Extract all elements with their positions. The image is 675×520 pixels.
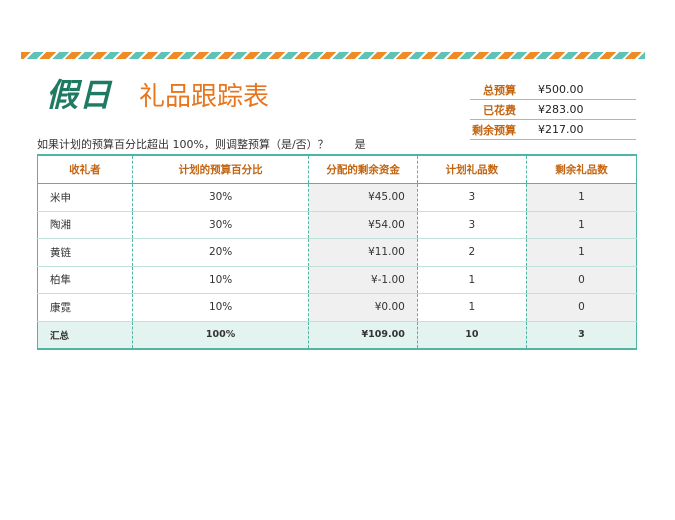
table-row: 康霓 10% ¥0.00 1 0 — [37, 293, 637, 322]
column-header-remaining-funds[interactable]: 分配的剩余资金 — [308, 155, 418, 184]
column-header-planned-percent[interactable]: 计划的预算百分比 — [131, 155, 309, 184]
cell-planned-percent[interactable]: 30% — [131, 183, 309, 212]
total-label: 汇总 — [37, 320, 133, 349]
table-row: 米申 30% ¥45.00 3 1 — [37, 183, 637, 212]
decorative-stripe-banner — [21, 52, 645, 59]
cell-planned-percent[interactable]: 10% — [131, 266, 309, 294]
table-header-row: 收礼者 计划的预算百分比 分配的剩余资金 计划礼品数 剩余礼品数 — [37, 155, 637, 184]
column-header-recipient[interactable]: 收礼者 — [37, 155, 133, 184]
cell-planned-gifts[interactable]: 1 — [416, 266, 527, 294]
adjust-budget-note: 如果计划的预算百分比超出 100%，则调整预算（是/否）？ 是 — [37, 136, 366, 152]
summary-value[interactable]: ¥500.00 — [516, 83, 636, 96]
cell-remaining-funds[interactable]: ¥54.00 — [308, 211, 418, 239]
cell-recipient[interactable]: 黄链 — [37, 238, 133, 267]
summary-value[interactable]: ¥283.00 — [516, 103, 636, 116]
table-row: 黄链 20% ¥11.00 2 1 — [37, 238, 637, 267]
cell-remaining-gifts[interactable]: 1 — [525, 211, 637, 239]
cell-planned-gifts[interactable]: 3 — [416, 211, 527, 239]
adjust-budget-answer[interactable]: 是 — [355, 138, 366, 151]
total-planned-percent: 100% — [131, 320, 309, 349]
cell-planned-percent[interactable]: 20% — [131, 238, 309, 267]
cell-remaining-funds[interactable]: ¥11.00 — [308, 238, 418, 267]
budget-summary: 总预算 ¥500.00 已花费 ¥283.00 剩余预算 ¥217.00 — [470, 80, 636, 140]
cell-recipient[interactable]: 米申 — [37, 183, 133, 212]
cell-planned-gifts[interactable]: 1 — [416, 293, 527, 322]
table-row: 陶湘 30% ¥54.00 3 1 — [37, 211, 637, 239]
summary-row-spent: 已花费 ¥283.00 — [470, 100, 636, 120]
table-row: 柏隼 10% ¥-1.00 1 0 — [37, 266, 637, 294]
total-planned-gifts: 10 — [416, 320, 527, 349]
summary-row-total-budget: 总预算 ¥500.00 — [470, 80, 636, 100]
cell-remaining-gifts[interactable]: 1 — [525, 183, 637, 212]
gift-tracking-table: 收礼者 计划的预算百分比 分配的剩余资金 计划礼品数 剩余礼品数 米申 30% … — [37, 154, 637, 350]
cell-recipient[interactable]: 柏隼 — [37, 266, 133, 294]
cell-remaining-gifts[interactable]: 1 — [525, 238, 637, 267]
cell-planned-percent[interactable]: 30% — [131, 211, 309, 239]
cell-planned-percent[interactable]: 10% — [131, 293, 309, 322]
cell-remaining-gifts[interactable]: 0 — [525, 293, 637, 322]
table-total-row: 汇总 100% ¥109.00 10 3 — [37, 320, 637, 349]
title-gift-tracker: 礼品跟踪表 — [139, 82, 270, 112]
cell-remaining-funds[interactable]: ¥45.00 — [308, 183, 418, 212]
summary-label: 总预算 — [483, 83, 516, 97]
cell-remaining-gifts[interactable]: 0 — [525, 266, 637, 294]
summary-label: 已花费 — [483, 103, 516, 117]
cell-remaining-funds[interactable]: ¥-1.00 — [308, 266, 418, 294]
adjust-budget-question: 如果计划的预算百分比超出 100%，则调整预算（是/否）？ — [37, 138, 329, 151]
total-remaining-funds: ¥109.00 — [308, 320, 418, 349]
summary-label: 剩余预算 — [472, 123, 516, 137]
cell-recipient[interactable]: 康霓 — [37, 293, 133, 322]
title-holiday: 假日 — [46, 76, 113, 114]
total-remaining-gifts: 3 — [525, 320, 637, 349]
cell-recipient[interactable]: 陶湘 — [37, 211, 133, 239]
cell-remaining-funds[interactable]: ¥0.00 — [308, 293, 418, 322]
column-header-planned-gifts[interactable]: 计划礼品数 — [416, 155, 527, 184]
cell-planned-gifts[interactable]: 2 — [416, 238, 527, 267]
column-header-remaining-gifts[interactable]: 剩余礼品数 — [525, 155, 637, 184]
summary-value[interactable]: ¥217.00 — [516, 123, 636, 136]
cell-planned-gifts[interactable]: 3 — [416, 183, 527, 212]
summary-row-remaining: 剩余预算 ¥217.00 — [470, 120, 636, 140]
